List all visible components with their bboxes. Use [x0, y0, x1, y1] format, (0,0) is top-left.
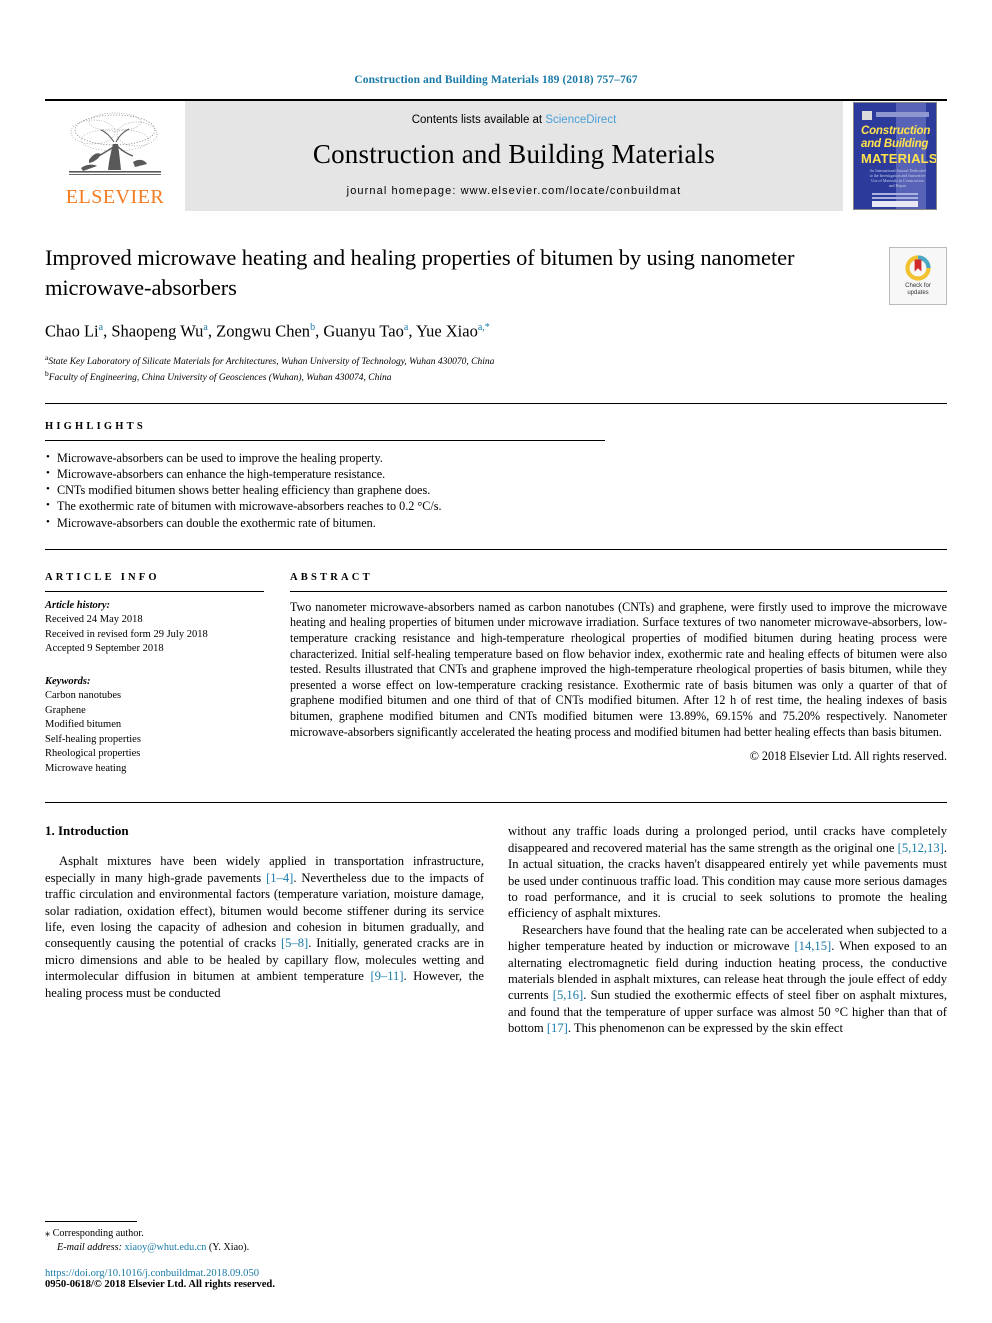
corresponding-author-note: ⁎ Corresponding author.	[45, 1228, 144, 1239]
abstract-copyright: © 2018 Elsevier Ltd. All rights reserved…	[749, 749, 947, 764]
keyword-item: Graphene	[45, 704, 86, 716]
section-title-introduction: 1. Introduction	[45, 823, 129, 839]
crossmark-icon	[905, 255, 931, 281]
footnote-rule	[45, 1221, 137, 1222]
keyword-item: Rheological properties	[45, 748, 141, 760]
abstract-heading: ABSTRACT	[290, 571, 373, 583]
list-item: CNTs modified bitumen shows better heali…	[45, 481, 947, 498]
journal-masthead: ELSEVIER Contents lists available at Sci…	[45, 99, 947, 211]
masthead-center: Contents lists available at ScienceDirec…	[185, 101, 843, 211]
title-block: Improved microwave heating and healing p…	[45, 243, 947, 385]
history-received: Received 24 May 2018	[45, 614, 143, 626]
keyword-item: Microwave heating	[45, 762, 127, 774]
issn-copyright-line: 0950-0618/© 2018 Elsevier Ltd. All right…	[45, 1279, 275, 1290]
article-page: Construction and Building Materials 189 …	[0, 0, 992, 1323]
divider-above-abstract	[45, 548, 947, 550]
journal-cover-thumbnail[interactable]: Construction and Building MATERIALS An In…	[843, 101, 947, 211]
list-item: Microwave-absorbers can double the exoth…	[45, 514, 947, 531]
email-label: E-mail address:	[57, 1241, 122, 1253]
journal-title: Construction and Building Materials	[312, 138, 716, 169]
keyword-item: Modified bitumen	[45, 719, 122, 731]
crossmark-label: Check for updates	[905, 283, 931, 296]
list-item: The exothermic rate of bitumen with micr…	[45, 497, 947, 514]
article-info-heading: ARTICLE INFO	[45, 571, 160, 583]
article-history-label: Article history:	[45, 599, 111, 611]
body-column-left: 1. Introduction Asphalt mixtures have be…	[45, 823, 484, 1036]
abstract-rule	[290, 590, 947, 592]
journal-homepage-link[interactable]: journal homepage: www.elsevier.com/locat…	[347, 185, 682, 197]
keyword-item: Self-healing properties	[45, 733, 141, 745]
highlights-heading: HIGHLIGHTS	[45, 420, 146, 432]
email-suffix: (Y. Xiao).	[208, 1241, 250, 1253]
elsevier-logo: ELSEVIER	[45, 101, 185, 211]
body-column-right: without any traffic loads during a prolo…	[508, 823, 947, 1036]
article-info-section: ARTICLE INFO Article history: Received 2…	[45, 572, 290, 777]
elsevier-tree-icon	[69, 112, 161, 175]
info-abstract-row: ARTICLE INFO Article history: Received 2…	[45, 572, 947, 777]
contents-prefix: Contents lists available at	[411, 113, 546, 126]
email-note: E-mail address: xiaoy@whut.edu.cn (Y. Xi…	[45, 1241, 485, 1255]
history-revised: Received in revised form 29 July 2018	[45, 628, 208, 640]
cover-title-line3: MATERIALS	[861, 151, 937, 166]
affiliation-b: bFaculty of Engineering, China Universit…	[45, 369, 392, 384]
list-item: Microwave-absorbers can enhance the high…	[45, 465, 947, 482]
intro-paragraph-left: Asphalt mixtures have been widely applie…	[45, 854, 484, 1000]
journal-cover-image: Construction and Building MATERIALS An In…	[853, 102, 937, 210]
sciencedirect-link[interactable]: ScienceDirect	[545, 114, 616, 126]
affiliation-a: aState Key Laboratory of Silicate Materi…	[45, 352, 495, 367]
footnote-area: ⁎ Corresponding author. E-mail address: …	[45, 1221, 485, 1290]
corresponding-mark: ⁎	[45, 1228, 51, 1239]
page-title: Improved microwave heating and healing p…	[45, 245, 795, 300]
keywords-block: Keywords: Carbon nanotubes Graphene Modi…	[45, 675, 264, 777]
abstract-section: ABSTRACT Two nanometer microwave-absorbe…	[290, 572, 947, 777]
highlights-rule	[45, 439, 605, 441]
keywords-label: Keywords:	[45, 675, 91, 687]
running-head: Construction and Building Materials 189 …	[354, 74, 638, 86]
body-columns: 1. Introduction Asphalt mixtures have be…	[45, 823, 947, 1036]
author-list: Chao Lia, Shaopeng Wua, Zongwu Chenb, Gu…	[45, 321, 490, 341]
divider-above-body	[45, 802, 947, 804]
email-link[interactable]: xiaoy@whut.edu.cn	[125, 1242, 207, 1253]
cover-description: An International Journal Dedicated to th…	[869, 168, 926, 188]
elsevier-wordmark: ELSEVIER	[65, 186, 165, 208]
article-info-rule	[45, 590, 264, 592]
highlights-section: HIGHLIGHTS Microwave-absorbers can be us…	[45, 421, 947, 531]
abstract-text: Two nanometer microwave-absorbers named …	[290, 599, 947, 739]
divider-above-highlights	[45, 402, 947, 404]
crossmark-badge[interactable]: Check for updates	[889, 247, 947, 305]
keyword-item: Carbon nanotubes	[45, 690, 122, 702]
contents-available-line: Contents lists available at ScienceDirec…	[412, 114, 617, 126]
intro-paragraph-right-2: Researchers have found that the healing …	[508, 922, 947, 1036]
cover-title-line1: Construction and Building	[861, 125, 931, 150]
intro-paragraph-right-1: without any traffic loads during a prolo…	[508, 824, 947, 921]
history-accepted: Accepted 9 September 2018	[45, 643, 164, 655]
highlights-list: Microwave-absorbers can be used to impro…	[45, 449, 947, 531]
list-item: Microwave-absorbers can be used to impro…	[45, 449, 947, 466]
doi-link[interactable]: https://doi.org/10.1016/j.conbuildmat.20…	[45, 1268, 485, 1279]
